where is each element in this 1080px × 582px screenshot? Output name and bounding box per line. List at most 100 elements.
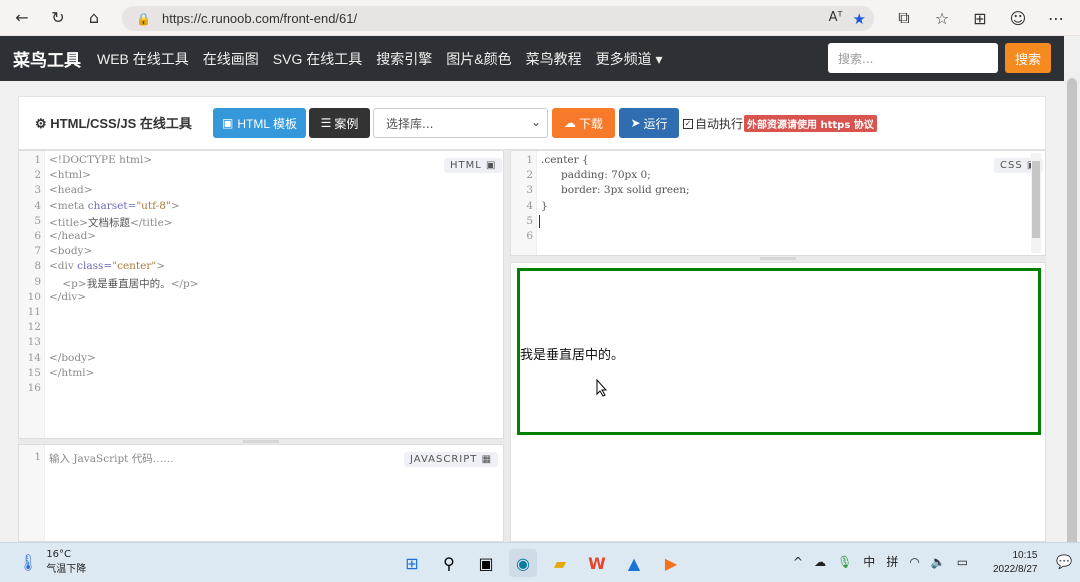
run-button[interactable]: ➤ 运行	[619, 108, 679, 138]
html-code-line[interactable]: </body>	[49, 352, 96, 364]
search-input[interactable]: 搜索...	[828, 43, 998, 73]
back-icon[interactable]: ←	[4, 0, 40, 36]
cases-button[interactable]: ☰ 案例	[309, 108, 370, 138]
html-line-number: 1	[34, 154, 41, 166]
chevron-down-icon: ⌄	[530, 115, 541, 129]
js-line-number: 1	[34, 451, 41, 463]
microphone-icon[interactable]: 🎙	[837, 555, 852, 569]
mail-app-icon[interactable]: ▲	[620, 549, 648, 577]
css-editor[interactable]: 1 .center { 2 padding: 70px 0; 3 border: 3p…	[510, 150, 1046, 256]
mouse-cursor-icon	[596, 379, 608, 397]
html-line-number: 10	[27, 290, 41, 303]
js-editor[interactable]: 1 输入 JavaScript 代码…… JAVASCRIPT ▦	[18, 444, 504, 542]
css-line-number: 4	[526, 199, 533, 212]
html-code-line[interactable]: </head>	[49, 230, 96, 242]
css-line-number: 1	[526, 154, 533, 166]
refresh-icon[interactable]: ↻	[40, 0, 76, 36]
css-code-line[interactable]: .center {	[541, 154, 589, 166]
favorites-icon[interactable]: ☆	[923, 0, 961, 36]
home-icon[interactable]: ⌂	[76, 0, 112, 36]
clock[interactable]: 10:15 2022/8/27	[993, 549, 1038, 577]
html-code-line[interactable]: </div>	[49, 291, 86, 303]
media-app-icon[interactable]: ▶	[657, 549, 685, 577]
send-icon: ➤	[630, 116, 641, 130]
html-line-number: 9	[34, 275, 41, 288]
nav-tutorial[interactable]: 菜鸟教程	[526, 49, 582, 69]
html-code-line[interactable]: <!DOCTYPE html>	[49, 154, 152, 166]
css-code-line[interactable]: padding: 70px 0;	[541, 169, 651, 181]
address-bar[interactable]: 🔒 https://c.runoob.com/front-end/61/ Aᵀ …	[122, 6, 874, 31]
ime-chinese[interactable]: 中	[863, 553, 875, 570]
html-code-line[interactable]: <div class="center">	[49, 260, 165, 272]
html-editor[interactable]: 1 <!DOCTYPE html> 2 <html> 3 <head> 4 <meta cha…	[18, 150, 504, 439]
windows-taskbar: 🌡 16°C 气温下降 ⊞ ⚲ ▣ ◉ ▰ W ▲ ▶ ^ ☁ 🎙 中 拼 ◠ …	[0, 542, 1080, 582]
file-explorer-icon[interactable]: ▰	[546, 549, 574, 577]
html-template-button[interactable]: ▣ HTML 模板	[213, 108, 306, 138]
library-select[interactable]: 选择库... ⌄	[373, 108, 548, 138]
wifi-icon[interactable]: ◠	[909, 555, 919, 569]
search-icon[interactable]: ⚲	[435, 549, 463, 577]
html5-icon: ▣	[222, 116, 234, 130]
page-scrollbar[interactable]	[1064, 36, 1080, 558]
html-code-line[interactable]: <title>文档标题</title>	[49, 215, 172, 230]
wps-office-icon[interactable]: W	[583, 549, 611, 577]
js-badge-icon: ▦	[481, 454, 493, 465]
download-button[interactable]: ☁ 下载	[552, 108, 615, 138]
nav-search-engine[interactable]: 搜索引擎	[376, 49, 432, 69]
css-line-number: 5	[526, 214, 533, 227]
html-code-line[interactable]: <head>	[49, 184, 93, 196]
thermometer-icon: 🌡	[18, 552, 39, 572]
url-text: https://c.runoob.com/front-end/61/	[162, 11, 358, 26]
volume-icon[interactable]: 🔈	[931, 555, 946, 569]
site-logo[interactable]: 菜鸟工具	[13, 46, 81, 71]
battery-icon[interactable]: ▭	[957, 555, 968, 569]
css-editor-scrollbar[interactable]	[1031, 153, 1041, 253]
chevron-up-icon[interactable]: ^	[793, 555, 803, 569]
windows-start-icon[interactable]: ⊞	[398, 549, 426, 577]
tool-title: ⚙ HTML/CSS/JS 在线工具	[35, 116, 192, 131]
html-line-number: 6	[34, 230, 41, 242]
task-view-icon[interactable]: ▣	[472, 549, 500, 577]
nav-image-color[interactable]: 图片&颜色	[446, 49, 511, 69]
css-code-line[interactable]: }	[541, 200, 548, 212]
html-code-line[interactable]: <p>我是垂直居中的。</p>	[49, 276, 198, 291]
read-aloud-icon[interactable]: Aᵀ	[829, 10, 843, 28]
js-placeholder[interactable]: 输入 JavaScript 代码……	[49, 451, 174, 466]
profile-icon[interactable]: ☺	[999, 0, 1037, 36]
html-line-number: 8	[34, 260, 41, 273]
more-icon[interactable]: ⋯	[1037, 0, 1075, 36]
html5-badge-icon: ▣	[486, 160, 497, 171]
nav-more[interactable]: 更多频道 ▾	[596, 49, 663, 69]
html-line-number: 11	[27, 306, 41, 318]
nav-drawing[interactable]: 在线画图	[203, 49, 259, 69]
browser-toolbar: ← ↻ ⌂ 🔒 https://c.runoob.com/front-end/6…	[0, 0, 1080, 36]
nav-web-tools[interactable]: WEB 在线工具	[97, 49, 189, 69]
gears-icon: ⚙	[35, 116, 47, 131]
favorite-star-icon[interactable]: ★	[853, 10, 866, 28]
html-line-number: 13	[27, 336, 41, 349]
lock-icon: 🔒	[136, 11, 151, 26]
collections-icon[interactable]: ⊞	[961, 0, 999, 36]
css-line-number: 3	[526, 184, 533, 197]
html-badge: HTML ▣	[444, 158, 503, 173]
extensions-icon[interactable]: ⧉	[885, 0, 923, 36]
html-code-line[interactable]: </html>	[49, 367, 94, 379]
weather-widget[interactable]: 🌡 16°C 气温下降	[18, 549, 86, 575]
nav-svg[interactable]: SVG 在线工具	[273, 49, 362, 69]
css-code-line[interactable]: border: 3px solid green;	[541, 184, 690, 196]
site-header: 菜鸟工具 WEB 在线工具 在线画图 SVG 在线工具 搜索引擎 图片&颜色 菜…	[0, 36, 1064, 81]
checkbox-checked-icon[interactable]: ✓	[683, 118, 693, 129]
html-line-number: 7	[34, 245, 41, 258]
edge-browser-icon[interactable]: ◉	[509, 549, 537, 577]
html-code-line[interactable]: <body>	[49, 245, 92, 257]
css-line-number: 2	[526, 169, 533, 182]
cloud-icon[interactable]: ☁	[814, 555, 826, 569]
html-code-line[interactable]: <html>	[49, 169, 91, 181]
cloud-download-icon: ☁	[563, 116, 576, 130]
search-button[interactable]: 搜索	[1005, 43, 1051, 73]
notification-icon[interactable]: 💬	[1056, 555, 1072, 570]
ime-pinyin[interactable]: 拼	[886, 553, 898, 570]
auto-run-checkbox[interactable]: ✓ 自动执行 外部资源请使用 https 协议	[683, 115, 877, 132]
html-code-line[interactable]: <meta charset="utf-8">	[49, 200, 180, 212]
tool-panel: ⚙ HTML/CSS/JS 在线工具 ▣ HTML 模板 ☰ 案例 选择库...…	[18, 96, 1046, 150]
